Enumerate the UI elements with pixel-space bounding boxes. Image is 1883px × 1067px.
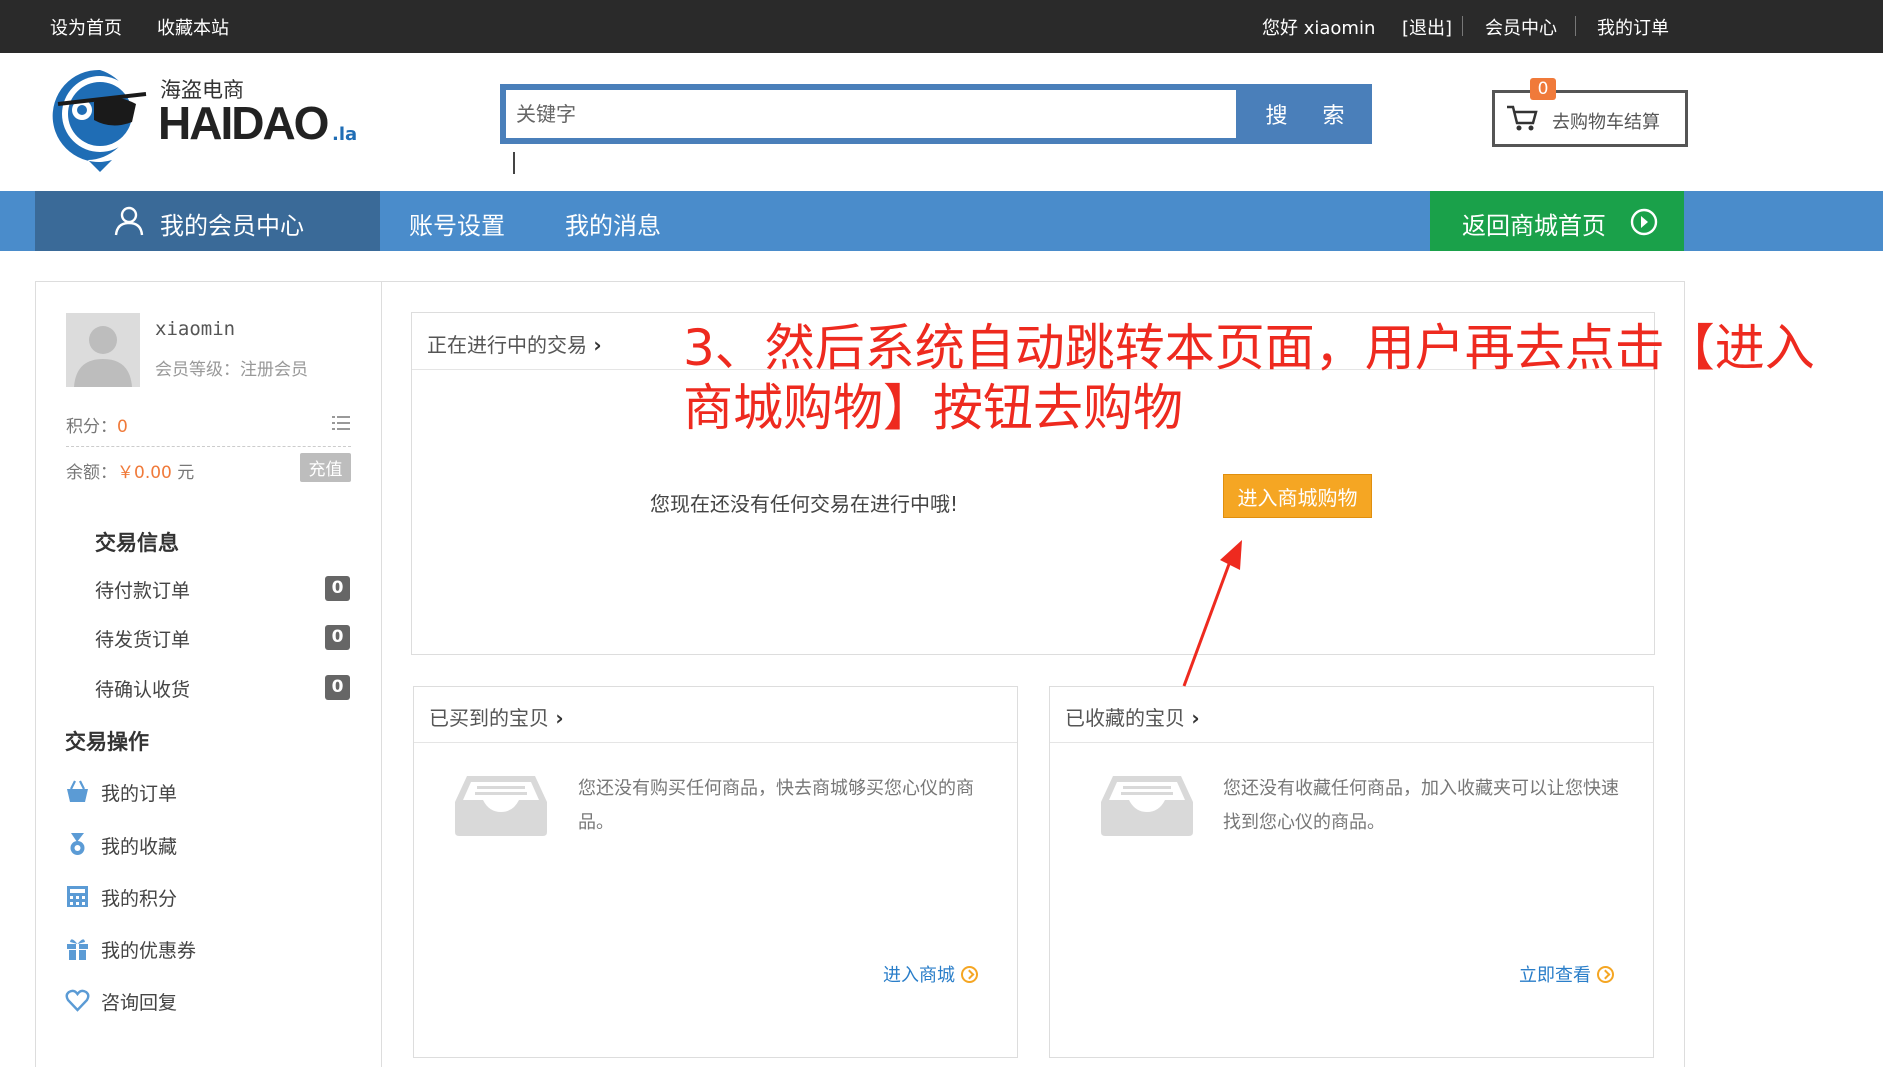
user-icon (114, 206, 144, 236)
sidebar-item-pending-payment[interactable]: 待付款订单 (95, 576, 190, 603)
chevron-right-icon: › (593, 333, 602, 357)
sidebar-item-pending-receipt[interactable]: 待确认收货 (95, 675, 190, 702)
basket-icon (67, 780, 88, 802)
balance-label: 余额： (66, 463, 117, 483)
logout-link[interactable]: [退出] (1402, 14, 1452, 40)
divider (1575, 16, 1576, 36)
default-avatar-icon (66, 313, 140, 387)
back-home-button[interactable]: 返回商城首页 (1430, 191, 1684, 251)
gift-icon (67, 939, 88, 960)
empty-inbox-icon (455, 776, 547, 836)
member-level: 会员等级：注册会员 (155, 360, 308, 380)
balance-unit: 元 (177, 463, 195, 483)
enter-mall-shopping-button[interactable]: 进入商城购物 (1223, 474, 1372, 518)
sidebar-divider (381, 282, 382, 1067)
points-value: 0 (117, 417, 128, 437)
top-bar: 设为首页 收藏本站 您好 xiaomin [退出] 会员中心 我的订单 (0, 0, 1883, 53)
back-home-label: 返回商城首页 (1462, 212, 1606, 240)
recharge-button[interactable]: 充值 (300, 453, 351, 482)
search-button[interactable]: 搜 索 (1238, 84, 1372, 144)
panel-title-text: 已收藏的宝贝 (1065, 706, 1185, 730)
cart-label[interactable]: 去购物车结算 (1552, 108, 1660, 134)
bought-empty-description: 您还没有购买任何商品，快去商城够买您心仪的商品。 (578, 778, 974, 833)
arrow-circle-icon (961, 966, 978, 983)
tutorial-annotation: 3、然后系统自动跳转本页面，用户再去点击【进入商城购物】按钮去购物 (683, 319, 1815, 437)
link-text: 进入商城 (883, 965, 955, 986)
nav-member-center[interactable]: 我的会员中心 (35, 191, 380, 251)
sidebar-item-label: 咨询回复 (101, 992, 178, 1014)
sidebar-item-label: 我的订单 (101, 783, 178, 805)
points-row: 积分：0 (66, 412, 128, 437)
arrow-circle-icon (1597, 966, 1614, 983)
site-logo[interactable]: 海盗电商 HAIDAO .la (52, 64, 362, 174)
chevron-right-icon: › (1191, 706, 1200, 730)
count-badge: 0 (325, 576, 350, 601)
my-orders-link[interactable]: 我的订单 (1597, 14, 1669, 40)
set-home-link[interactable]: 设为首页 (50, 14, 122, 40)
cart-count-badge: 0 (1530, 78, 1556, 100)
list-icon[interactable] (332, 415, 350, 431)
divider (1050, 742, 1653, 743)
annotation-arrow (1182, 540, 1242, 687)
nav-account-settings[interactable]: 账号设置 (409, 206, 505, 241)
text-cursor (513, 152, 515, 174)
chevron-right-icon: › (555, 706, 564, 730)
view-now-link[interactable]: 立即查看 (1519, 961, 1614, 987)
points-label: 积分： (66, 417, 117, 437)
panel-title-text: 正在进行中的交易 (427, 333, 587, 357)
divider (414, 742, 1017, 743)
heart-icon (65, 989, 90, 1012)
panel-title-text: 已买到的宝贝 (429, 706, 549, 730)
divider (1462, 16, 1463, 36)
sidebar-item-pending-shipment[interactable]: 待发货订单 (95, 625, 190, 652)
avatar[interactable] (66, 313, 140, 387)
greeting-text: 您好 xiaomin (1262, 18, 1376, 39)
username: xiaomin (155, 318, 236, 340)
balance-value: ￥0.00 (117, 463, 172, 483)
search-input[interactable] (506, 90, 1236, 138)
medal-icon (70, 833, 85, 855)
balance-row: 余额：￥0.00 元 (66, 458, 194, 483)
member-center-link[interactable]: 会员中心 (1485, 14, 1557, 40)
bookmark-link[interactable]: 收藏本站 (157, 14, 229, 40)
trade-info-title: 交易信息 (95, 531, 179, 555)
favorites-empty-description: 您还没有收藏任何商品，加入收藏夹可以让您快速找到您心仪的商品。 (1223, 778, 1619, 833)
empty-inbox-icon (1101, 776, 1193, 836)
ongoing-trades-title[interactable]: 正在进行中的交易 › (427, 329, 602, 358)
empty-trades-message: 您现在还没有任何交易在进行中哦! (650, 492, 959, 516)
favorite-items-title[interactable]: 已收藏的宝贝 › (1065, 702, 1200, 731)
sidebar-item-label: 我的积分 (101, 888, 178, 910)
enter-mall-link[interactable]: 进入商城 (883, 961, 978, 987)
logo-en-name: HAIDAO (158, 97, 329, 149)
nav-my-messages[interactable]: 我的消息 (565, 206, 661, 241)
sidebar-item-label: 我的优惠券 (101, 940, 197, 962)
nav-member-label: 我的会员中心 (160, 212, 304, 240)
arrow-circle-right-icon (1630, 208, 1658, 236)
divider (66, 446, 351, 447)
link-text: 立即查看 (1519, 965, 1591, 986)
sidebar-item-label: 我的收藏 (101, 836, 178, 858)
logo-suffix: .la (332, 124, 358, 145)
count-badge: 0 (325, 625, 350, 650)
bought-items-title[interactable]: 已买到的宝贝 › (429, 702, 564, 731)
cart-icon (1507, 105, 1538, 131)
calculator-icon (67, 886, 88, 907)
trade-ops-title: 交易操作 (65, 730, 149, 754)
count-badge: 0 (325, 675, 350, 700)
